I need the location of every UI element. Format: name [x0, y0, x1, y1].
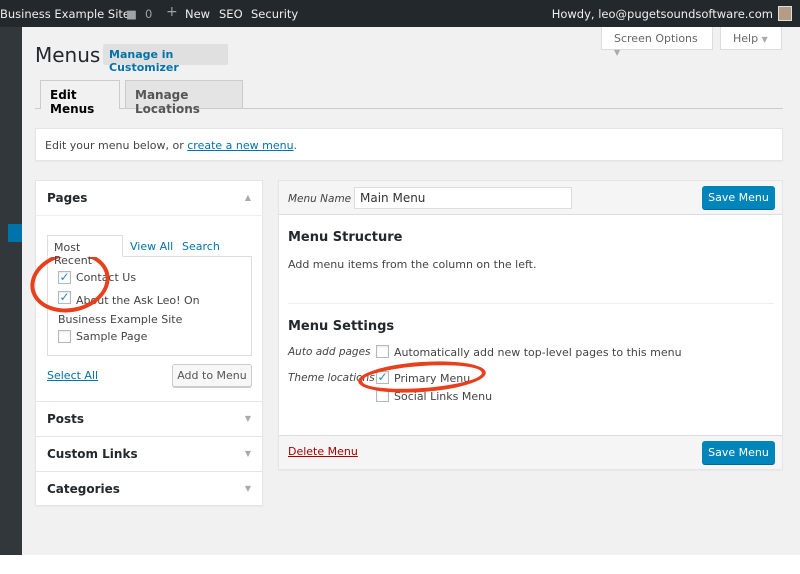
tab-view-all[interactable]: View All — [130, 240, 173, 253]
site-name-link[interactable]: Business Example Site — [0, 7, 130, 21]
categories-section-header[interactable]: Categories ▼ — [36, 471, 263, 506]
plus-icon[interactable]: + — [166, 4, 178, 20]
posts-section-header[interactable]: Posts ▼ — [36, 401, 263, 436]
save-menu-button-top[interactable]: Save Menu — [702, 186, 775, 209]
page-label: Sample Page — [76, 330, 148, 343]
comments-icon[interactable]: ■ — [126, 7, 137, 21]
delete-menu-link[interactable]: Delete Menu — [288, 445, 358, 458]
divider — [288, 303, 774, 304]
add-to-menu-button[interactable]: Add to Menu — [172, 364, 252, 387]
howdy-link[interactable]: Howdy, leo@pugetsoundsoftware.com — [552, 7, 773, 21]
chevron-down-icon: ▼ — [244, 449, 251, 458]
custom-links-section-header[interactable]: Custom Links ▼ — [36, 436, 263, 471]
content-area: Menus Manage in Customizer Screen Option… — [22, 27, 800, 555]
admin-sidebar — [0, 27, 22, 555]
tab-edit-menus[interactable]: Edit Menus — [40, 80, 120, 116]
menu-structure-title: Menu Structure — [288, 230, 403, 245]
auto-add-text: Automatically add new top-level pages to… — [394, 346, 682, 359]
menu-settings-title: Menu Settings — [288, 319, 395, 334]
help-button[interactable]: Help ▼ — [720, 27, 782, 50]
avatar[interactable] — [778, 6, 792, 21]
save-menu-button-bottom[interactable]: Save Menu — [702, 441, 775, 464]
admin-bar: Business Example Site ■ 0 + New SEO Secu… — [0, 0, 800, 27]
manage-customizer-button[interactable]: Manage in Customizer — [103, 44, 228, 74]
menu-name-input[interactable] — [354, 187, 572, 209]
auto-add-label: Auto add pages — [288, 346, 371, 358]
chevron-down-icon: ▼ — [761, 35, 768, 44]
chevron-down-icon: ▼ — [614, 48, 621, 57]
menu-management-panel: Menu Name Save Menu Menu Structure Add m… — [278, 180, 783, 470]
auto-add-checkbox[interactable] — [376, 345, 389, 358]
new-link[interactable]: New — [185, 7, 210, 21]
section-title: Custom Links — [47, 447, 138, 461]
notice-text: Edit your menu below, or — [45, 139, 188, 152]
tab-search[interactable]: Search — [182, 240, 220, 253]
chevron-down-icon: ▼ — [244, 414, 251, 423]
menu-structure-text: Add menu items from the column on the le… — [288, 258, 537, 271]
menu-name-label: Menu Name — [288, 193, 352, 205]
tab-manage-locations[interactable]: Manage Locations — [125, 80, 243, 116]
notice-box: Edit your menu below, or create a new me… — [35, 128, 783, 161]
section-title: Categories — [47, 482, 120, 496]
seo-link[interactable]: SEO — [219, 7, 243, 21]
tab-most-recent[interactable]: Most Recent — [47, 235, 123, 267]
comments-count[interactable]: 0 — [145, 7, 152, 21]
section-title: Posts — [47, 412, 85, 426]
screen-options-label: Screen Options — [614, 32, 698, 45]
chevron-down-icon: ▼ — [244, 484, 251, 493]
create-new-menu-link[interactable]: create a new menu — [187, 139, 293, 152]
help-label: Help — [733, 32, 759, 45]
screen-options-button[interactable]: Screen Options ▼ — [601, 27, 713, 57]
chevron-up-icon: ▲ — [244, 193, 251, 202]
page-title: Menus — [35, 43, 101, 67]
current-menu-indicator — [8, 224, 22, 242]
menu-items-panel: Pages ▲ Most Recent View All Search ✓ Con… — [35, 180, 263, 506]
security-link[interactable]: Security — [251, 7, 298, 21]
checkbox-sample-page[interactable] — [58, 330, 71, 343]
pages-section-header[interactable]: Pages ▲ — [36, 181, 263, 216]
notice-end: . — [293, 139, 298, 152]
pages-title: Pages — [47, 191, 88, 205]
select-all-link[interactable]: Select All — [47, 369, 98, 382]
